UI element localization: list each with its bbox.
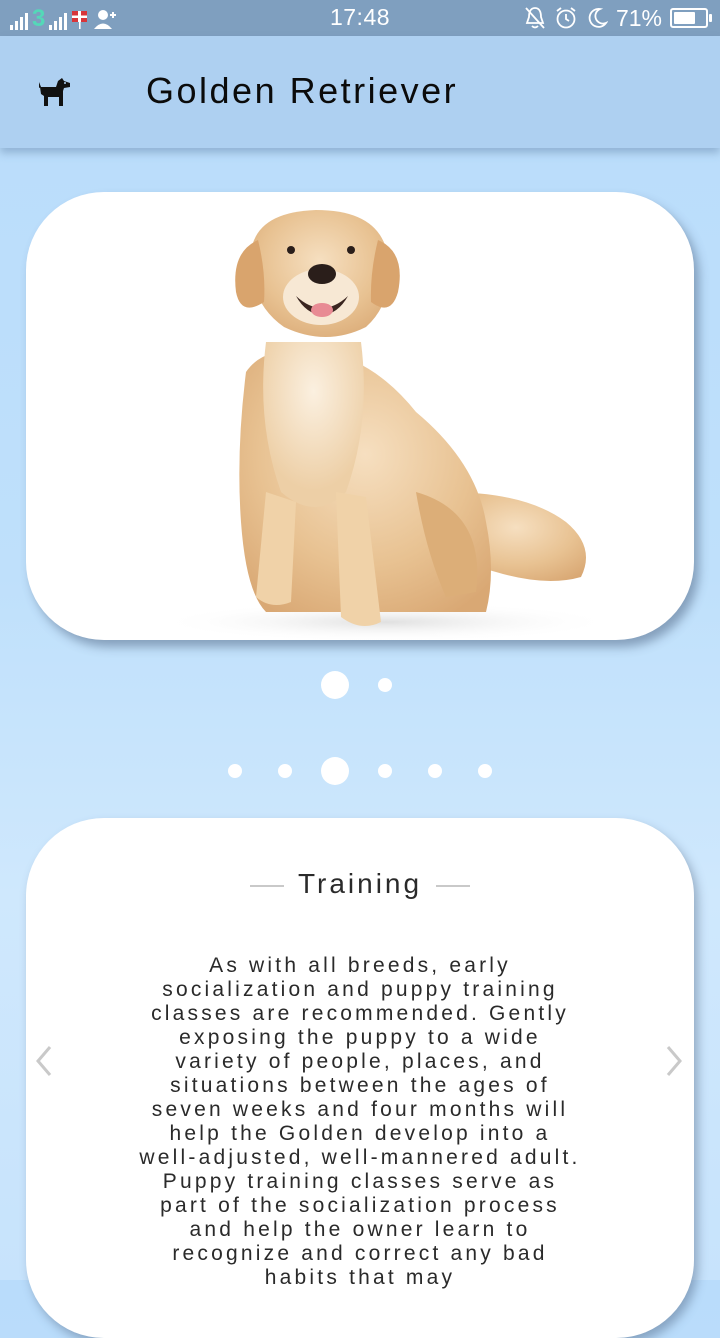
alarm-icon (556, 7, 576, 29)
battery-icon (670, 8, 712, 28)
status-right-icons: 71% (524, 4, 712, 32)
section-pager-dot[interactable] (378, 764, 392, 778)
battery-percent: 71% (615, 4, 662, 31)
chevron-right-icon[interactable] (662, 1044, 686, 1078)
section-heading-text: Training (297, 868, 423, 899)
dog-icon[interactable] (36, 74, 74, 108)
gallery-pager-dot[interactable] (378, 678, 392, 692)
section-pager-dot[interactable] (428, 764, 442, 778)
info-card: Training As with all breeds, early socia… (26, 818, 694, 1338)
status-bar: 3 17:48 71% (0, 0, 720, 36)
section-pager-dot-active[interactable] (321, 757, 349, 785)
moon-icon (588, 8, 608, 28)
section-pager-dot[interactable] (278, 764, 292, 778)
gallery-pager-dot-active[interactable] (321, 671, 349, 699)
heading-rule-right (436, 884, 471, 887)
section-pager-dot[interactable] (478, 764, 492, 778)
section-heading: Training (26, 868, 694, 900)
section-body: As with all breeds, early socialization … (139, 954, 581, 1289)
golden-retriever-photo (156, 210, 616, 640)
heading-rule-left (249, 884, 284, 887)
section-pager-dot[interactable] (228, 764, 242, 778)
chevron-left-icon[interactable] (32, 1044, 56, 1078)
photo-card[interactable] (26, 192, 694, 640)
page-title: Golden Retriever (146, 70, 459, 111)
app-bar: Golden Retriever (0, 36, 720, 148)
mute-icon (525, 7, 545, 29)
gallery-pager[interactable] (0, 670, 720, 700)
section-pager[interactable] (0, 756, 720, 786)
